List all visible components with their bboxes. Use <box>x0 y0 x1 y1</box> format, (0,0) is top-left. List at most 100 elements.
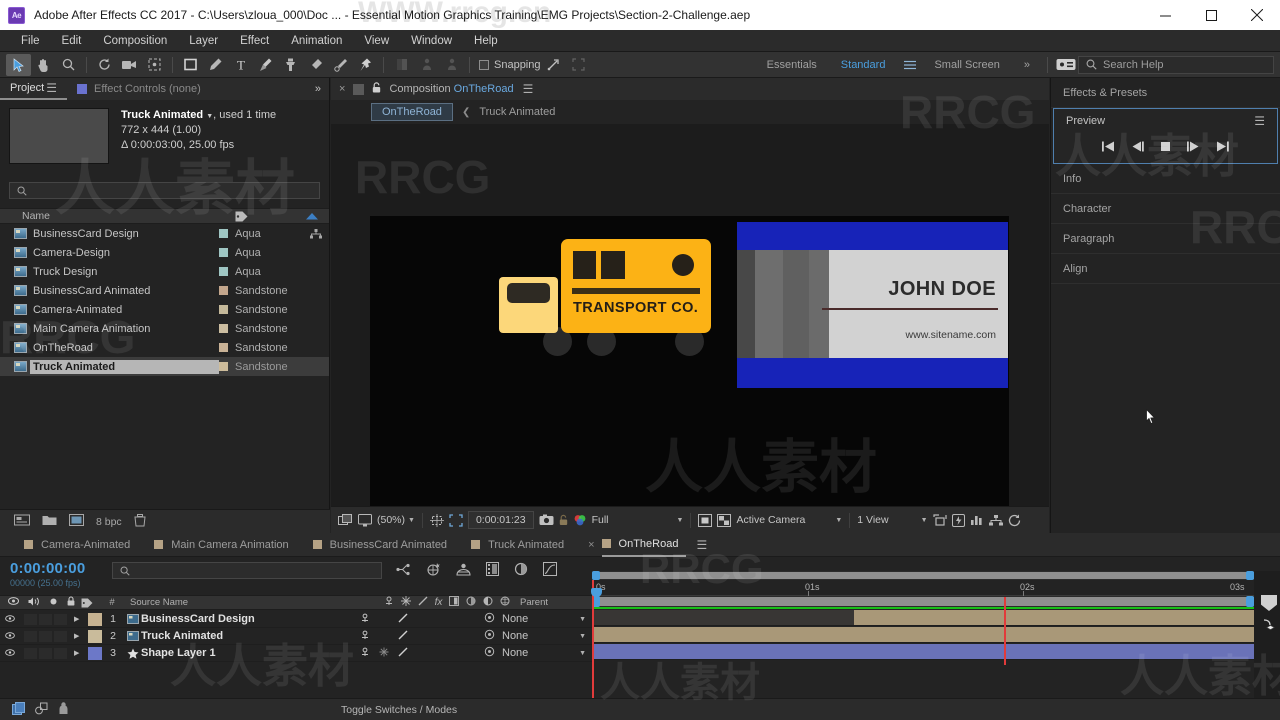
label-color-swatch[interactable] <box>219 229 228 238</box>
layer-duration-bar[interactable] <box>592 644 1254 659</box>
parent-pickwhip-icon[interactable] <box>484 612 495 626</box>
person-left-icon[interactable] <box>414 54 439 76</box>
timeline-track[interactable] <box>592 643 1280 660</box>
snapping-arrow-icon[interactable] <box>541 54 566 76</box>
panel-character[interactable]: Character <box>1051 194 1280 224</box>
new-folder-icon[interactable] <box>42 514 57 529</box>
timeline-tab-businesscard-animated[interactable]: BusinessCard Animated <box>312 533 471 557</box>
menu-animation[interactable]: Animation <box>280 33 353 49</box>
mask-tool-icon[interactable] <box>389 54 414 76</box>
menu-view[interactable]: View <box>353 33 400 49</box>
puppet-pin-tool-icon[interactable] <box>353 54 378 76</box>
zoom-level-select[interactable]: (50%) ▼ <box>377 514 415 526</box>
maximize-button[interactable] <box>1188 0 1234 30</box>
timeline-tab-main-camera-animation[interactable]: Main Camera Animation <box>154 533 312 557</box>
minimize-button[interactable] <box>1142 0 1188 30</box>
frame-render-time-icon[interactable] <box>12 701 25 718</box>
channel-select-icon[interactable] <box>573 510 587 530</box>
project-item-row[interactable]: Camera-Design Aqua <box>0 243 329 262</box>
composition-canvas[interactable]: TRANSPORT CO. JOHN DOE www.sitename.com <box>370 216 1009 515</box>
timeline-current-time-block[interactable]: 0:00:00:00 00000 (25.00 fps) <box>0 557 112 588</box>
timeline-graph-icon[interactable] <box>970 510 984 530</box>
layer-label-swatch[interactable] <box>88 612 102 626</box>
snapping-checkbox[interactable] <box>479 59 489 70</box>
layer-toggle-slots[interactable] <box>20 630 74 642</box>
label-color-swatch[interactable] <box>219 286 228 295</box>
workspace-small-screen[interactable]: Small Screen <box>922 56 1011 74</box>
new-composition-icon[interactable] <box>69 514 84 529</box>
label-color-swatch[interactable] <box>219 305 228 314</box>
rectangle-tool-icon[interactable] <box>178 54 203 76</box>
transparency-grid-icon[interactable] <box>717 510 732 530</box>
project-item-row[interactable]: OnTheRoad Sandstone <box>0 338 329 357</box>
layer-parent[interactable]: None ▼ <box>484 629 592 643</box>
layer-duration-bar[interactable] <box>854 610 1254 625</box>
region-of-interest-icon[interactable] <box>449 510 463 530</box>
roto-brush-tool-icon[interactable] <box>328 54 353 76</box>
grid-guides-icon[interactable] <box>429 510 444 530</box>
column-label-tag-icon[interactable] <box>235 211 295 222</box>
layer-toggle-slots[interactable] <box>20 647 74 659</box>
enable-motion-blur-icon[interactable] <box>514 562 528 579</box>
comp-flowchart-icon[interactable] <box>988 510 1003 530</box>
menu-layer[interactable]: Layer <box>178 33 229 49</box>
resolution-select[interactable]: Full ▼ <box>592 514 684 526</box>
project-item-row[interactable]: Truck Design Aqua <box>0 262 329 281</box>
project-item-row[interactable]: BusinessCard Design Aqua <box>0 224 329 243</box>
layer-switches[interactable] <box>354 613 484 626</box>
project-item-row[interactable]: BusinessCard Animated Sandstone <box>0 281 329 300</box>
layer-quality-switch[interactable] <box>398 630 408 643</box>
snapshot-icon[interactable] <box>539 510 554 530</box>
selection-tool-icon[interactable] <box>6 53 31 76</box>
clone-stamp-tool-icon[interactable] <box>278 54 303 76</box>
delete-icon[interactable] <box>134 513 146 530</box>
pixel-aspect-correction-icon[interactable] <box>932 510 947 530</box>
main-viewer-icon[interactable] <box>358 510 372 530</box>
layer-expand-triangle-icon[interactable]: ▶ <box>74 632 88 640</box>
workspace-essentials[interactable]: Essentials <box>755 56 829 74</box>
navigator-range[interactable] <box>595 572 1277 579</box>
layer-visibility-toggle[interactable] <box>0 631 20 641</box>
sync-settings-icon[interactable] <box>1053 54 1078 76</box>
toggle-switches-modes-button[interactable]: Toggle Switches / Modes <box>341 704 457 716</box>
zoom-tool-icon[interactable] <box>56 54 81 76</box>
first-frame-button[interactable] <box>1102 141 1115 155</box>
timeline-menu-icon[interactable]: ☰ <box>696 538 707 552</box>
menu-edit[interactable]: Edit <box>51 33 93 49</box>
pan-behind-tool-icon[interactable] <box>142 54 167 76</box>
layer-anchor-switch[interactable] <box>360 613 370 626</box>
parent-select[interactable]: None ▼ <box>502 613 592 625</box>
pen-tool-icon[interactable] <box>203 54 228 76</box>
composition-mini-flowchart-icon[interactable] <box>396 563 411 579</box>
parent-select[interactable]: None ▼ <box>502 630 592 642</box>
layer-parent[interactable]: None ▼ <box>484 646 592 660</box>
menu-composition[interactable]: Composition <box>92 33 178 49</box>
timeline-navigator[interactable] <box>592 571 1280 580</box>
parent-pickwhip-icon[interactable] <box>484 646 495 660</box>
close-tab-icon[interactable]: × <box>339 83 345 95</box>
timeline-track[interactable] <box>592 626 1280 643</box>
camera-view-select[interactable]: Active Camera ▼ <box>736 514 842 526</box>
preview-menu-icon[interactable]: ☰ <box>1254 114 1265 128</box>
eraser-tool-icon[interactable] <box>303 54 328 76</box>
work-area-end-handle[interactable] <box>1246 596 1254 607</box>
menu-effect[interactable]: Effect <box>229 33 280 49</box>
breadcrumb-current[interactable]: OnTheRoad <box>371 103 453 121</box>
layer-parent[interactable]: None ▼ <box>484 612 592 626</box>
parent-pickwhip-icon[interactable] <box>484 629 495 643</box>
layer-label-swatch[interactable] <box>88 646 102 660</box>
motion-blur-footer-icon[interactable] <box>58 701 69 718</box>
workspace-overflow[interactable]: » <box>1012 56 1042 74</box>
previous-frame-button[interactable] <box>1131 141 1144 155</box>
layer-label-swatch[interactable] <box>88 629 102 643</box>
layer-switches[interactable] <box>354 647 484 660</box>
breadcrumb-next[interactable]: Truck Animated <box>479 106 555 118</box>
label-color-swatch[interactable] <box>219 248 228 257</box>
rotation-tool-icon[interactable] <box>92 54 117 76</box>
layer-anchor-switch[interactable] <box>360 630 370 643</box>
workspace-standard[interactable]: Standard <box>829 56 898 74</box>
project-item-row-selected[interactable]: Truck Animated Sandstone <box>0 357 329 376</box>
always-preview-icon[interactable] <box>338 510 353 530</box>
workspace-menu-icon[interactable] <box>897 54 922 76</box>
search-help-field[interactable]: Search Help <box>1078 55 1274 74</box>
